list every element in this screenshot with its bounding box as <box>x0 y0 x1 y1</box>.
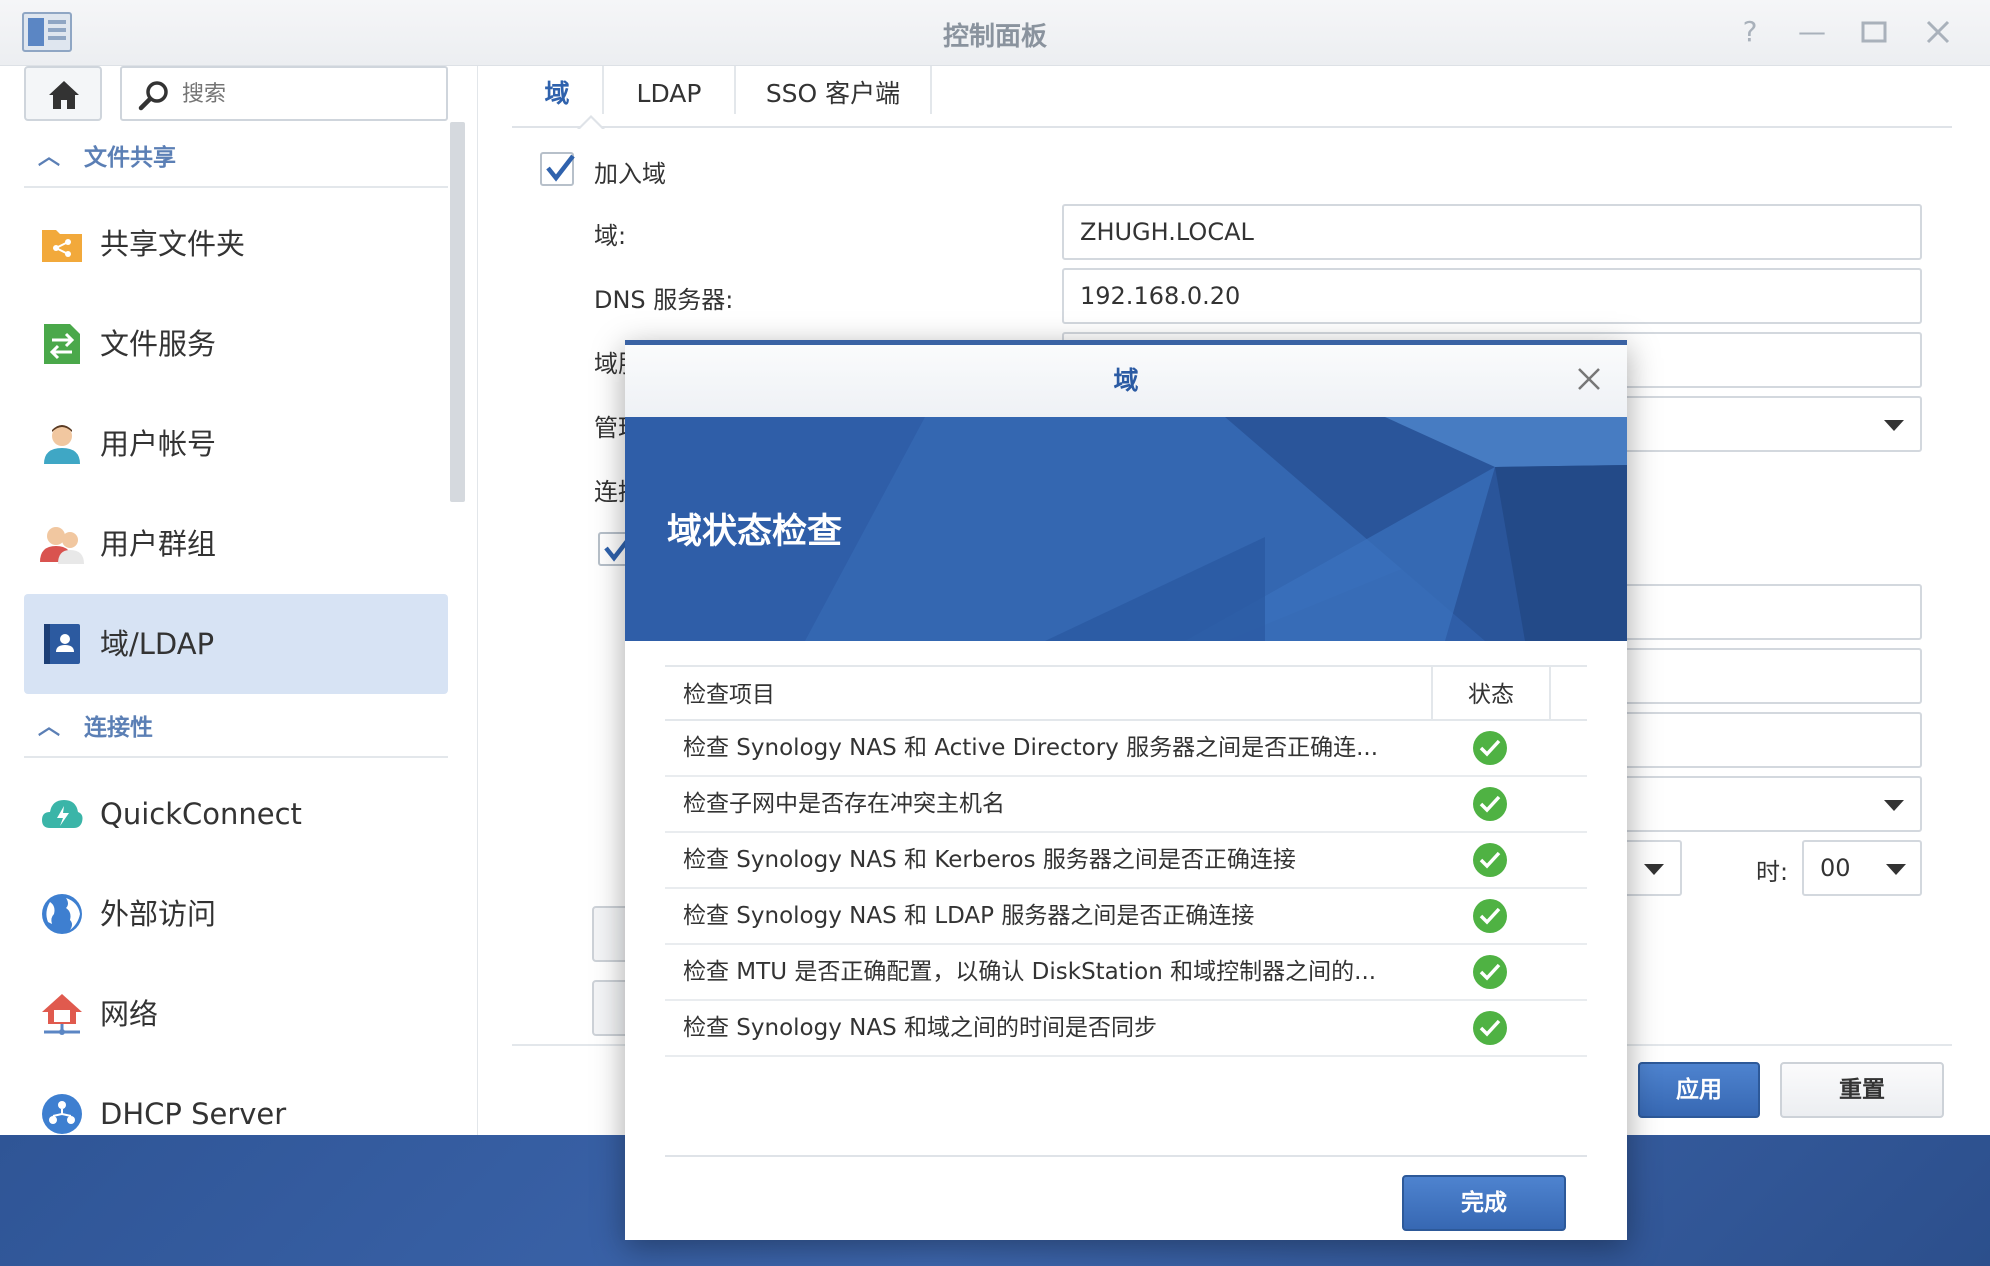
tab-divider <box>930 66 932 114</box>
domain-label: 域: <box>594 222 627 250</box>
dialog-footer-divider <box>665 1155 1587 1157</box>
table-row: 检查 Synology NAS 和 Kerberos 服务器之间是否正确连接 <box>665 833 1587 889</box>
sidebar-item-dhcp[interactable]: DHCP Server <box>24 1064 448 1135</box>
section-label: 连接性 <box>84 715 153 741</box>
apply-button[interactable]: 应用 <box>1638 1062 1760 1118</box>
reset-button[interactable]: 重置 <box>1780 1062 1944 1118</box>
file-services-icon <box>44 324 80 364</box>
chevron-up-icon: ︿ <box>38 715 61 740</box>
col-header-item: 检查项目 <box>665 665 1433 721</box>
chevron-down-icon <box>1886 864 1906 875</box>
success-check-icon <box>1473 955 1507 989</box>
home-button[interactable] <box>24 66 102 121</box>
group-icon <box>40 527 84 564</box>
maximize-icon[interactable] <box>1856 14 1892 50</box>
sidebar-item-label: 共享文件夹 <box>100 227 246 261</box>
dns-server-label: DNS 服务器: <box>594 286 734 314</box>
section-file-sharing[interactable]: ︿ 文件共享 <box>24 128 448 188</box>
user-icon <box>44 425 80 464</box>
window-title: 控制面板 <box>942 22 1047 52</box>
title-bar: 控制面板 ? — <box>0 0 1990 66</box>
sidebar-item-shared-folder[interactable]: 共享文件夹 <box>24 194 448 294</box>
quickconnect-icon <box>42 800 83 828</box>
table-row: 检查 MTU 是否正确配置，以确认 DiskStation 和域控制器之间的..… <box>665 945 1587 1001</box>
hour-select[interactable]: 00 <box>1802 840 1922 896</box>
check-item-text: 检查 Synology NAS 和 Kerberos 服务器之间是否正确连接 <box>683 847 1296 873</box>
dialog-title: 域 <box>625 345 1627 417</box>
sidebar-item-user[interactable]: 用户帐号 <box>24 394 448 494</box>
sidebar-item-label: 文件服务 <box>100 327 217 361</box>
check-item-text: 检查 Synology NAS 和 Active Directory 服务器之间… <box>683 735 1379 761</box>
check-item-text: 检查 MTU 是否正确配置，以确认 DiskStation 和域控制器之间的..… <box>683 959 1377 985</box>
search-icon <box>138 81 168 111</box>
chevron-down-icon <box>1884 420 1904 431</box>
check-item-text: 检查子网中是否存在冲突主机名 <box>683 791 1005 817</box>
help-icon[interactable]: ? <box>1732 14 1768 50</box>
dhcp-icon <box>42 1094 82 1134</box>
chevron-down-icon <box>1644 864 1664 875</box>
sidebar-item-label: QuickConnect <box>100 797 302 831</box>
section-connectivity[interactable]: ︿ 连接性 <box>24 698 448 758</box>
search-input[interactable] <box>182 78 432 110</box>
table-row: 检查子网中是否存在冲突主机名 <box>665 777 1587 833</box>
sidebar-item-external-access[interactable]: 外部访问 <box>24 864 448 964</box>
col-header-status: 状态 <box>1433 665 1551 721</box>
checkmark-icon <box>546 154 575 182</box>
sidebar-item-label: 外部访问 <box>100 897 217 931</box>
hour-value: 00 <box>1820 854 1851 882</box>
success-check-icon <box>1473 899 1507 933</box>
check-item-text: 检查 Synology NAS 和 LDAP 服务器之间是否正确连接 <box>683 903 1255 929</box>
dialog-banner: 域状态检查 <box>625 417 1627 641</box>
table-row: 检查 Synology NAS 和域之间的时间是否同步 <box>665 1001 1587 1057</box>
sidebar-item-network[interactable]: 网络 <box>24 964 448 1064</box>
sidebar-item-file-services[interactable]: 文件服务 <box>24 294 448 394</box>
table-row: 检查 Synology NAS 和 LDAP 服务器之间是否正确连接 <box>665 889 1587 945</box>
col-header-spacer <box>1551 665 1587 721</box>
sidebar-scrollbar[interactable] <box>450 122 465 502</box>
section-label: 文件共享 <box>84 145 176 171</box>
sidebar-item-label: 用户群组 <box>100 527 217 561</box>
sidebar-item-label: 域/LDAP <box>100 627 215 661</box>
tab-bar: 域 LDAP SSO 客户端 <box>512 66 1952 130</box>
chevron-up-icon: ︿ <box>38 145 61 170</box>
sidebar-item-group[interactable]: 用户群组 <box>24 494 448 594</box>
sidebar-item-label: DHCP Server <box>100 1097 287 1131</box>
network-icon <box>42 994 82 1035</box>
join-domain-checkbox[interactable] <box>540 152 575 186</box>
banner-title: 域状态检查 <box>667 512 843 552</box>
sidebar: ︿ 文件共享 共享文件夹 文件服务 用户帐号 <box>0 66 478 1135</box>
shared-folder-icon <box>42 230 82 262</box>
sidebar-item-label: 用户帐号 <box>100 427 217 461</box>
globe-icon <box>42 894 82 934</box>
sidebar-item-label: 网络 <box>100 997 159 1031</box>
success-check-icon <box>1473 787 1507 821</box>
close-window-icon[interactable] <box>1920 14 1956 50</box>
done-button[interactable]: 完成 <box>1402 1175 1566 1231</box>
search-box[interactable] <box>120 66 448 121</box>
sidebar-item-quickconnect[interactable]: QuickConnect <box>24 764 448 864</box>
check-item-text: 检查 Synology NAS 和域之间的时间是否同步 <box>683 1015 1158 1041</box>
tab-sso-client[interactable]: SSO 客户端 <box>736 66 930 128</box>
success-check-icon <box>1473 843 1507 877</box>
success-check-icon <box>1473 1011 1507 1045</box>
close-icon[interactable] <box>1571 361 1607 397</box>
table-row: 检查 Synology NAS 和 Active Directory 服务器之间… <box>665 721 1587 777</box>
domain-status-dialog: 域 域状态检查 检查项目 状态 检查 Synology NAS 和 Active… <box>625 340 1627 1240</box>
home-icon <box>49 81 79 109</box>
domain-field[interactable]: ZHUGH.LOCAL <box>1062 204 1922 260</box>
directory-icon <box>44 624 80 664</box>
sidebar-item-domain-ldap[interactable]: 域/LDAP <box>24 594 448 694</box>
hour-label: 时: <box>1756 858 1789 886</box>
tab-ldap[interactable]: LDAP <box>604 66 734 128</box>
join-domain-label: 加入域 <box>594 160 666 188</box>
dns-server-field[interactable]: 192.168.0.20 <box>1062 268 1922 324</box>
success-check-icon <box>1473 731 1507 765</box>
active-tab-pointer-fill <box>579 118 603 130</box>
chevron-down-icon <box>1884 800 1904 811</box>
minimize-icon[interactable]: — <box>1794 14 1830 50</box>
